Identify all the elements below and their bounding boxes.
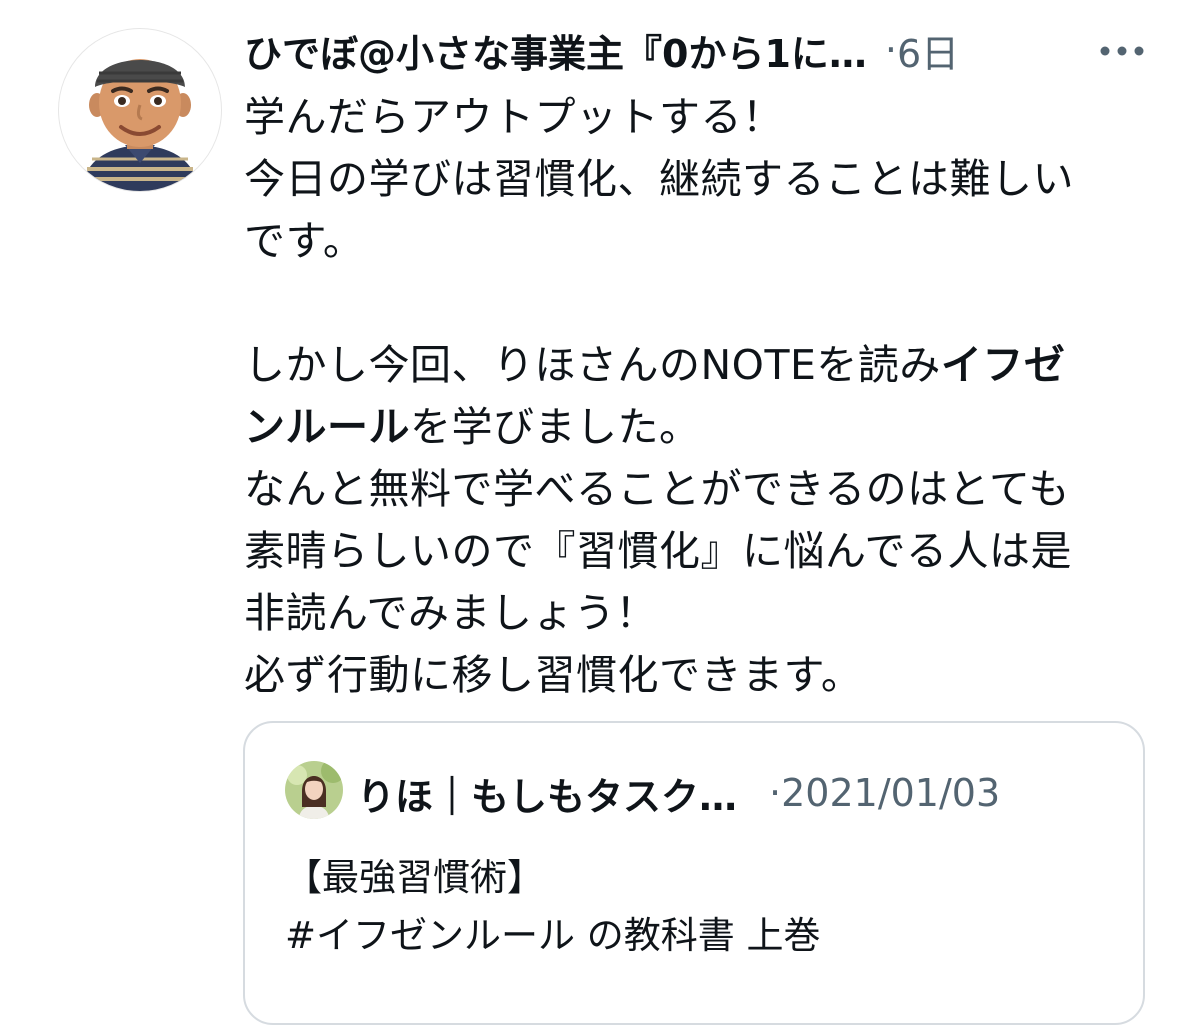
tweet-text-bold-segment: イフゼ bbox=[940, 341, 1066, 389]
tweet-text-line: しかし今回、りほさんのNOTEを読みイフゼ bbox=[244, 334, 1164, 396]
tweet-text-line: ンルールを学びました。 bbox=[244, 396, 1164, 458]
quoted-tweet-date[interactable]: 2021/01/03 bbox=[781, 771, 1000, 815]
tweet-text-line: 今日の学びは習慣化、継続することは難しい bbox=[244, 155, 1074, 203]
memoji-avatar-icon bbox=[81, 59, 199, 191]
tweet-timestamp[interactable]: 6日 bbox=[897, 23, 959, 78]
tweet-text-bold-segment: ンルール bbox=[244, 403, 410, 451]
tweet-text-segment: しかし今回、りほさんのNOTEを読み bbox=[244, 341, 941, 389]
quoted-header-separator: · bbox=[769, 771, 782, 815]
quoted-tweet-card[interactable]: りほ｜もしもタスク… · 2021/01/03 【最強習慣術】 #イフゼンルール… bbox=[243, 721, 1145, 1025]
quoted-author-display-name[interactable]: りほ｜もしもタスク… bbox=[357, 766, 737, 821]
quoted-text-line: 【最強習慣術】 bbox=[285, 856, 544, 899]
quoted-tweet-header: りほ｜もしもタスク… · 2021/01/03 bbox=[357, 767, 1117, 819]
more-options-button[interactable] bbox=[1097, 34, 1147, 68]
quoted-text-line: #イフゼンルール の教科書 上巻 bbox=[285, 914, 821, 957]
tweet-text-line: 学んだらアウトプットする！ bbox=[244, 93, 784, 141]
tweet-text-segment: を学びました。 bbox=[410, 403, 701, 451]
author-display-name[interactable]: ひでぼ@小さな事業主『0から1に… bbox=[244, 23, 867, 78]
tweet-header: ひでぼ@小さな事業主『0から1に… · 6日 bbox=[244, 24, 1164, 76]
tweet-text-line: 必ず行動に移し習慣化できます。 bbox=[244, 651, 863, 699]
tweet-text-line: です。 bbox=[244, 217, 365, 265]
tweet[interactable]: ひでぼ@小さな事業主『0から1に… · 6日 学んだらアウトプットする！ 今日の… bbox=[0, 0, 1200, 1025]
more-horizontal-icon bbox=[1100, 46, 1144, 56]
header-separator: · bbox=[884, 28, 897, 72]
quoted-tweet-text: 【最強習慣術】 #イフゼンルール の教科書 上巻 bbox=[285, 849, 1125, 965]
quoted-author-avatar[interactable] bbox=[285, 761, 343, 819]
author-avatar[interactable] bbox=[58, 28, 222, 192]
tweet-text-line: 非読んでみましょう！ bbox=[244, 589, 657, 637]
profile-photo-icon bbox=[285, 761, 343, 819]
tweet-text-line: なんと無料で学べることができるのはとても bbox=[244, 465, 1070, 513]
tweet-text-line: 素晴らしいので『習慣化』に悩んでる人は是 bbox=[244, 527, 1072, 575]
tweet-text: 学んだらアウトプットする！ 今日の学びは習慣化、継続することは難しい です。 し… bbox=[244, 86, 1164, 706]
